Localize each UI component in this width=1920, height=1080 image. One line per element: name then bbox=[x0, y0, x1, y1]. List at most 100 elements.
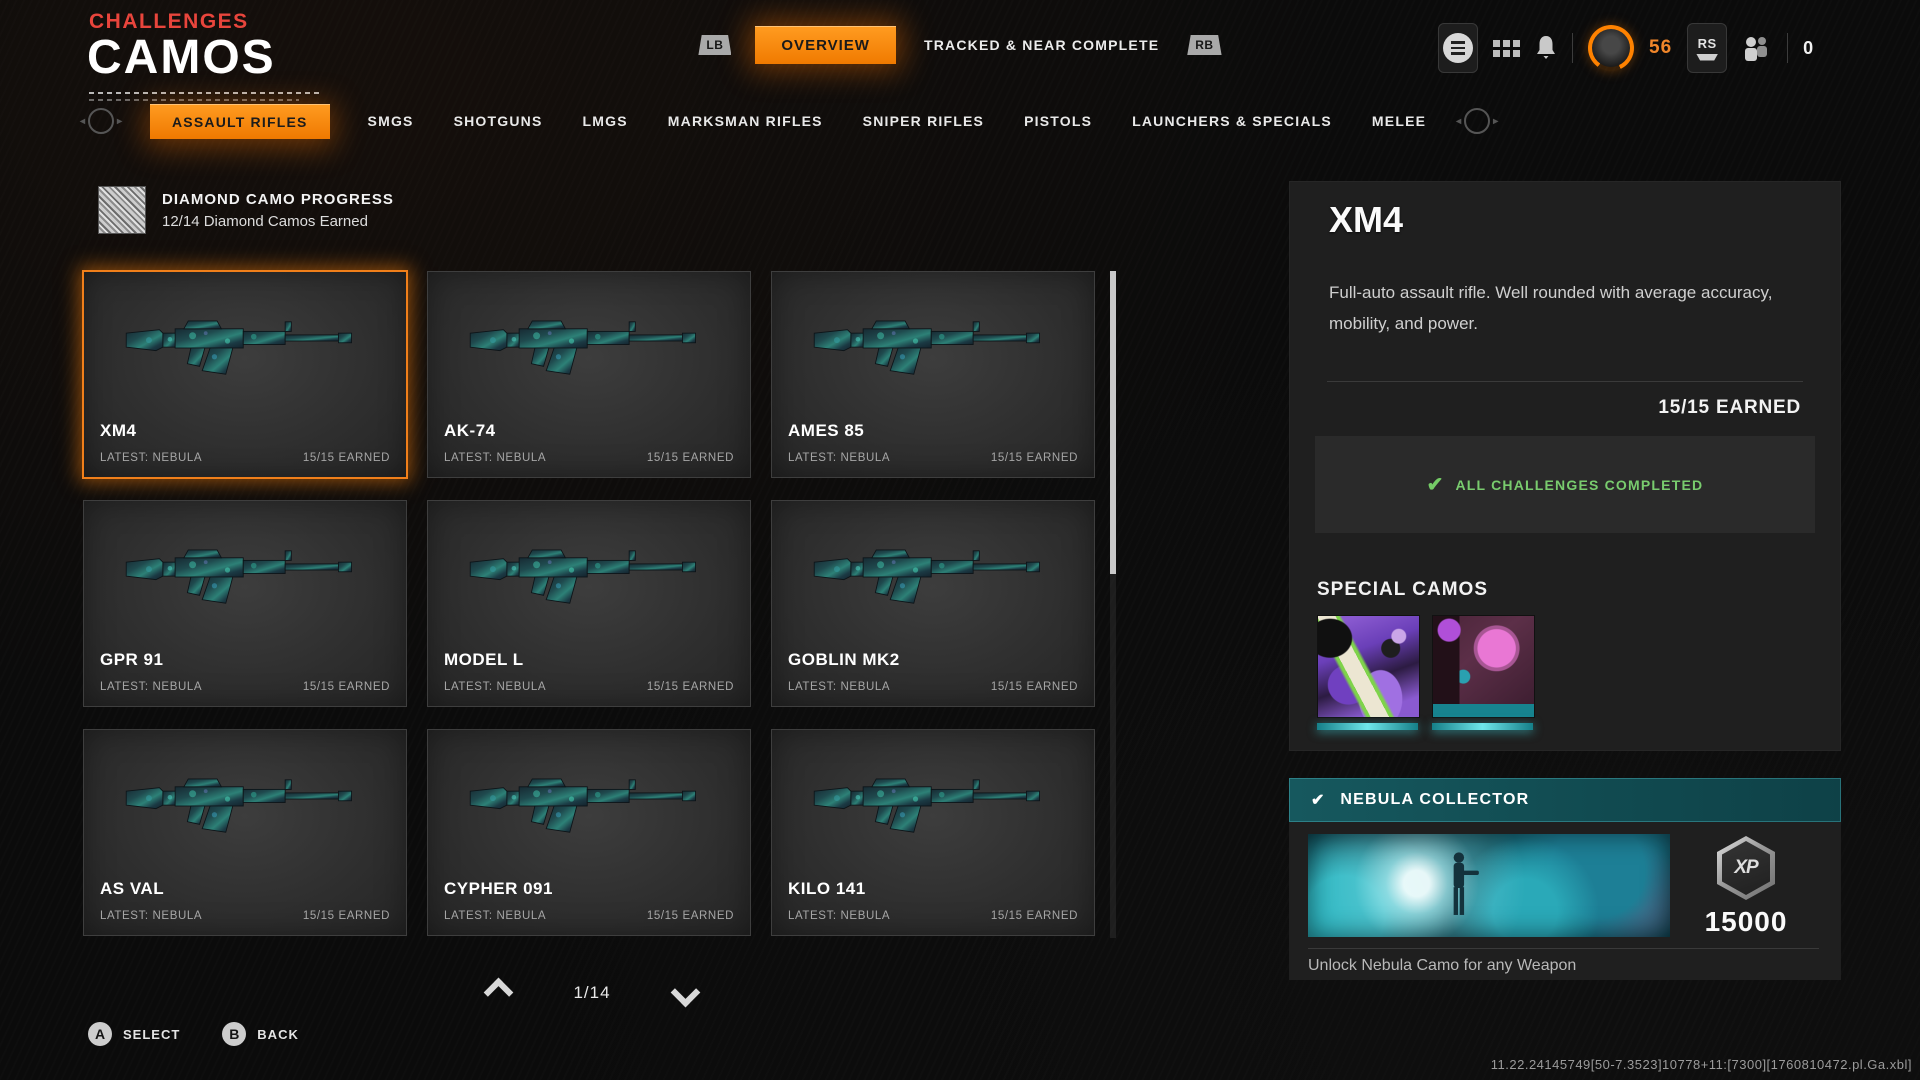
category-tab[interactable]: ASSAULT RIFLES bbox=[150, 104, 330, 139]
rank-number: 56 bbox=[1649, 37, 1672, 59]
weapon-name: CYPHER 091 bbox=[444, 879, 553, 899]
category-tab[interactable]: SMGS bbox=[366, 104, 416, 138]
rs-stick-base-icon bbox=[1696, 54, 1718, 61]
back-button[interactable]: B BACK bbox=[222, 1022, 299, 1046]
special-camo-retro-computer[interactable] bbox=[1432, 615, 1533, 730]
weapon-image bbox=[114, 742, 376, 870]
nebula-collector-image bbox=[1308, 834, 1670, 937]
weapon-name: XM4 bbox=[100, 421, 136, 441]
people-icon[interactable] bbox=[1742, 34, 1772, 62]
weapon-card[interactable]: CYPHER 091 LATEST: NEBULA 15/15 EARNED bbox=[427, 729, 751, 936]
rb-bumper-icon: RB bbox=[1187, 35, 1221, 55]
b-button-icon: B bbox=[222, 1022, 246, 1046]
nebula-collector-card[interactable]: ✔ NEBULA COLLECTOR XP 15000 Unlock Nebul… bbox=[1289, 778, 1841, 980]
weapon-earned-count: 15/15 EARNED bbox=[991, 452, 1078, 464]
special-camo-psychedelic[interactable] bbox=[1317, 615, 1418, 730]
weapon-card[interactable]: AMES 85 LATEST: NEBULA 15/15 EARNED bbox=[771, 271, 1095, 478]
category-tab[interactable]: PISTOLS bbox=[1022, 104, 1094, 138]
category-tab[interactable]: MELEE bbox=[1370, 104, 1428, 138]
weapon-earned-count: 15/15 EARNED bbox=[647, 681, 734, 693]
camo-glow-bar bbox=[1432, 723, 1533, 730]
detail-earned-count: 15/15 EARNED bbox=[1658, 397, 1801, 419]
camo-thumbnail bbox=[1317, 615, 1420, 718]
category-tab[interactable]: LAUNCHERS & SPECIALS bbox=[1130, 104, 1334, 138]
weapon-latest-camo: LATEST: NEBULA bbox=[444, 452, 546, 464]
checkmark-icon: ✔ bbox=[1427, 472, 1444, 497]
grid-scrollbar-thumb[interactable] bbox=[1110, 271, 1116, 574]
weapon-card[interactable]: GOBLIN MK2 LATEST: NEBULA 15/15 EARNED bbox=[771, 500, 1095, 707]
camo-glow-bar bbox=[1317, 723, 1418, 730]
weapon-image bbox=[802, 513, 1064, 641]
weapon-card[interactable]: AK-74 LATEST: NEBULA 15/15 EARNED bbox=[427, 271, 751, 478]
nebula-collector-title: NEBULA COLLECTOR bbox=[1340, 791, 1529, 809]
page-up-icon[interactable] bbox=[484, 978, 514, 1008]
weapon-card[interactable]: GPR 91 LATEST: NEBULA 15/15 EARNED bbox=[83, 500, 407, 707]
weapon-card[interactable]: XM4 LATEST: NEBULA 15/15 EARNED bbox=[82, 270, 408, 479]
divider bbox=[1327, 381, 1803, 382]
rs-stick-button[interactable]: RS bbox=[1687, 23, 1727, 73]
rs-label: RS bbox=[1698, 36, 1717, 51]
weapon-earned-count: 15/15 EARNED bbox=[303, 681, 390, 693]
rank-emblem-icon[interactable] bbox=[1588, 25, 1634, 71]
camo-thumbnail bbox=[1432, 615, 1535, 718]
challenges-completed-label: ALL CHALLENGES COMPLETED bbox=[1455, 477, 1703, 493]
bell-icon[interactable] bbox=[1535, 35, 1557, 61]
weapon-card[interactable]: MODEL L LATEST: NEBULA 15/15 EARNED bbox=[427, 500, 751, 707]
page-down-icon[interactable] bbox=[671, 978, 701, 1008]
weapon-name: MODEL L bbox=[444, 650, 524, 670]
category-tab[interactable]: SNIPER RIFLES bbox=[861, 104, 986, 138]
category-tab-bar: ASSAULT RIFLES SMGS SHOTGUNS LMGS MARKSMAN R… bbox=[88, 102, 1490, 140]
select-button[interactable]: A SELECT bbox=[88, 1022, 180, 1046]
diamond-progress-title: DIAMOND CAMO PROGRESS bbox=[162, 191, 394, 208]
detail-weapon-title: XM4 bbox=[1329, 199, 1403, 241]
nebula-collector-unlock-text: Unlock Nebula Camo for any Weapon bbox=[1308, 957, 1576, 975]
weapon-name: GPR 91 bbox=[100, 650, 163, 670]
dpad-left-icon bbox=[88, 108, 114, 134]
weapon-name: AMES 85 bbox=[788, 421, 864, 441]
xp-hex-icon: XP bbox=[1717, 836, 1775, 900]
a-button-icon: A bbox=[88, 1022, 112, 1046]
divider bbox=[1572, 33, 1573, 63]
weapon-earned-count: 15/15 EARNED bbox=[647, 910, 734, 922]
dpad-right-icon bbox=[1464, 108, 1490, 134]
divider bbox=[1308, 948, 1819, 949]
category-tab[interactable]: MARKSMAN RIFLES bbox=[666, 104, 825, 138]
weapon-earned-count: 15/15 EARNED bbox=[303, 452, 390, 464]
figure-silhouette-icon bbox=[1438, 848, 1481, 926]
weapon-earned-count: 15/15 EARNED bbox=[647, 452, 734, 464]
title-underline-2 bbox=[89, 99, 299, 101]
menu-icon bbox=[1443, 33, 1473, 63]
weapon-earned-count: 15/15 EARNED bbox=[991, 910, 1078, 922]
nebula-collector-header: ✔ NEBULA COLLECTOR bbox=[1289, 778, 1841, 822]
weapon-card[interactable]: AS VAL LATEST: NEBULA 15/15 EARNED bbox=[83, 729, 407, 936]
weapon-latest-camo: LATEST: NEBULA bbox=[100, 452, 202, 464]
weapon-image bbox=[802, 742, 1064, 870]
hud-cluster: 56 RS 0 bbox=[1438, 22, 1813, 74]
weapon-latest-camo: LATEST: NEBULA bbox=[788, 910, 890, 922]
xp-value: 15000 bbox=[1693, 906, 1799, 938]
category-tab[interactable]: SHOTGUNS bbox=[452, 104, 545, 138]
challenges-completed-box: ✔ ALL CHALLENGES COMPLETED bbox=[1315, 436, 1815, 533]
weapon-name: AK-74 bbox=[444, 421, 496, 441]
tab-overview[interactable]: OVERVIEW bbox=[755, 26, 896, 64]
weapon-earned-count: 15/15 EARNED bbox=[991, 681, 1078, 693]
special-camos-title: SPECIAL CAMOS bbox=[1317, 579, 1488, 601]
title-underline bbox=[89, 92, 319, 94]
weapon-latest-camo: LATEST: NEBULA bbox=[100, 910, 202, 922]
category-tab[interactable]: LMGS bbox=[581, 104, 630, 138]
divider bbox=[1787, 33, 1788, 63]
weapon-card[interactable]: KILO 141 LATEST: NEBULA 15/15 EARNED bbox=[771, 729, 1095, 936]
weapon-detail-panel: XM4 Full-auto assault rifle. Well rounde… bbox=[1289, 181, 1841, 751]
weapon-image bbox=[802, 284, 1064, 412]
diamond-progress-subtitle: 12/14 Diamond Camos Earned bbox=[162, 213, 394, 230]
weapon-name: KILO 141 bbox=[788, 879, 866, 899]
grid-scrollbar-track bbox=[1110, 271, 1116, 938]
weapon-grid: XM4 LATEST: NEBULA 15/15 EARNED AK-74 LA… bbox=[83, 271, 1095, 936]
grid-dots-icon[interactable] bbox=[1493, 40, 1520, 57]
controller-hints: A SELECT B BACK bbox=[88, 1022, 299, 1046]
lb-bumper-icon: LB bbox=[698, 35, 731, 55]
tab-tracked-near-complete[interactable]: TRACKED & NEAR COMPLETE bbox=[920, 27, 1163, 63]
select-label: SELECT bbox=[123, 1027, 180, 1042]
menu-button[interactable] bbox=[1438, 23, 1478, 73]
back-label: BACK bbox=[257, 1027, 299, 1042]
